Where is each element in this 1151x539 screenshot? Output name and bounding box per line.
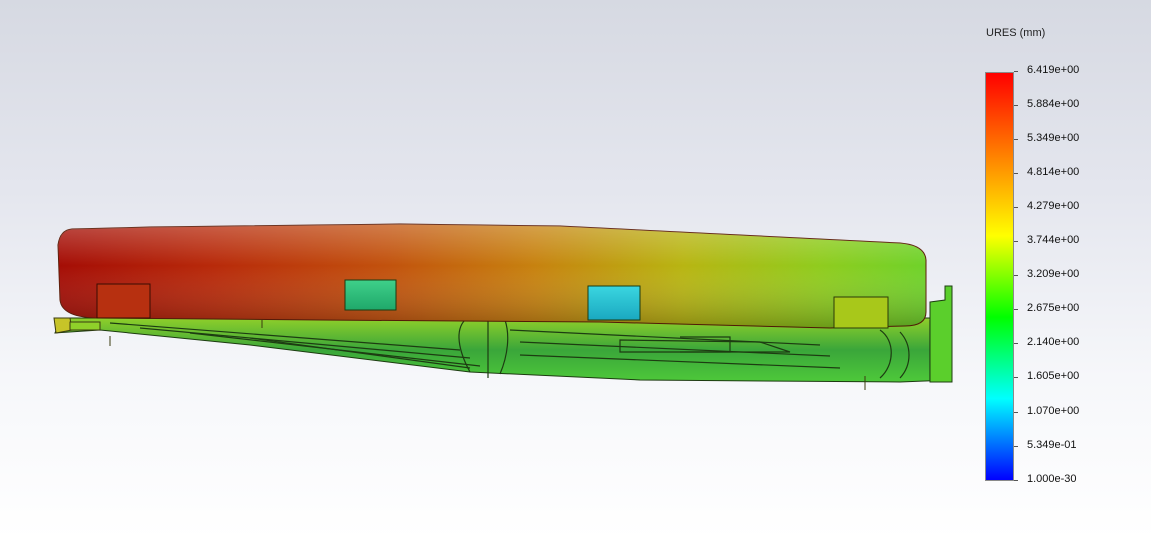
housing-slot-1 xyxy=(344,279,397,311)
legend-color-bar xyxy=(985,72,1014,481)
legend-label: 5.349e+00 xyxy=(1027,132,1080,145)
legend-tick xyxy=(1014,343,1018,345)
legend-tick xyxy=(1014,207,1018,209)
deformed-part[interactable] xyxy=(53,223,953,390)
legend-label: 1.000e-30 xyxy=(1027,472,1077,485)
legend-label: 2.140e+00 xyxy=(1027,336,1080,349)
legend-tick xyxy=(1014,105,1018,107)
legend-tick xyxy=(1014,377,1018,379)
legend-tick xyxy=(1014,479,1018,481)
legend-tick xyxy=(1014,241,1018,243)
legend-label: 4.814e+00 xyxy=(1027,166,1080,179)
legend-tick xyxy=(1014,309,1018,311)
legend-label: 2.675e+00 xyxy=(1027,302,1080,315)
legend-tick xyxy=(1014,411,1018,413)
part-top-shading xyxy=(58,224,926,328)
model-viewport[interactable] xyxy=(0,0,1151,539)
legend-label: 1.070e+00 xyxy=(1027,404,1080,417)
legend-label: 3.209e+00 xyxy=(1027,268,1080,281)
legend-label: 6.419e+00 xyxy=(1027,64,1080,76)
legend-tick xyxy=(1014,173,1018,175)
right-connector xyxy=(929,285,953,383)
housing-slot-2 xyxy=(587,285,641,321)
legend-label: 5.349e-01 xyxy=(1027,438,1077,451)
legend-tick xyxy=(1014,139,1018,141)
legend-tick xyxy=(1014,445,1018,447)
legend-label: 1.605e+00 xyxy=(1027,370,1080,383)
legend-tick xyxy=(1014,275,1018,277)
legend-label: 5.884e+00 xyxy=(1027,98,1080,111)
housing-tab-2 xyxy=(833,296,889,329)
legend-label: 3.744e+00 xyxy=(1027,234,1080,247)
legend-label: 4.279e+00 xyxy=(1027,200,1080,213)
legend-tick xyxy=(1014,71,1018,72)
housing-tab-1 xyxy=(96,283,151,319)
legend-title: URES (mm) xyxy=(986,27,1046,39)
